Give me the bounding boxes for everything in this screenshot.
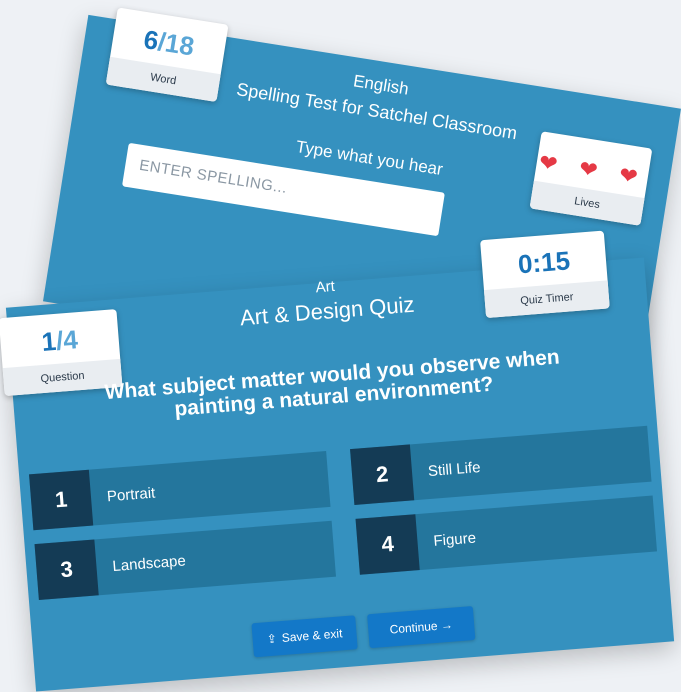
lives-counter: ❤ ❤ ❤ Lives [529, 131, 653, 226]
answer-number: 4 [355, 514, 420, 575]
answer-option-1[interactable]: 1 Portrait [29, 451, 331, 531]
continue-button[interactable]: Continue → [367, 605, 476, 649]
answer-option-3[interactable]: 3 Landscape [34, 520, 337, 601]
answer-number: 1 [29, 469, 94, 531]
answer-label: Portrait [106, 484, 156, 505]
answer-number: 2 [350, 444, 415, 505]
save-exit-label: Save & exit [281, 626, 343, 646]
save-exit-button[interactable]: ⇪ Save & exit [251, 615, 358, 658]
upload-icon: ⇪ [266, 631, 278, 647]
answer-label: Figure [432, 529, 477, 550]
answer-label: Still Life [427, 458, 482, 480]
answer-option-4[interactable]: 4 Figure [355, 495, 658, 575]
answer-label: Landscape [111, 551, 187, 575]
answer-number: 3 [34, 539, 99, 601]
answer-option-2[interactable]: 2 Still Life [350, 425, 652, 505]
quiz-timer: 0:15 Quiz Timer [480, 230, 610, 319]
quiz-card: 1/4 Question Art Art & Design Quiz 0:15 … [0, 230, 675, 692]
question-text: What subject matter would you observe wh… [103, 345, 561, 421]
continue-label: Continue → [389, 617, 454, 637]
